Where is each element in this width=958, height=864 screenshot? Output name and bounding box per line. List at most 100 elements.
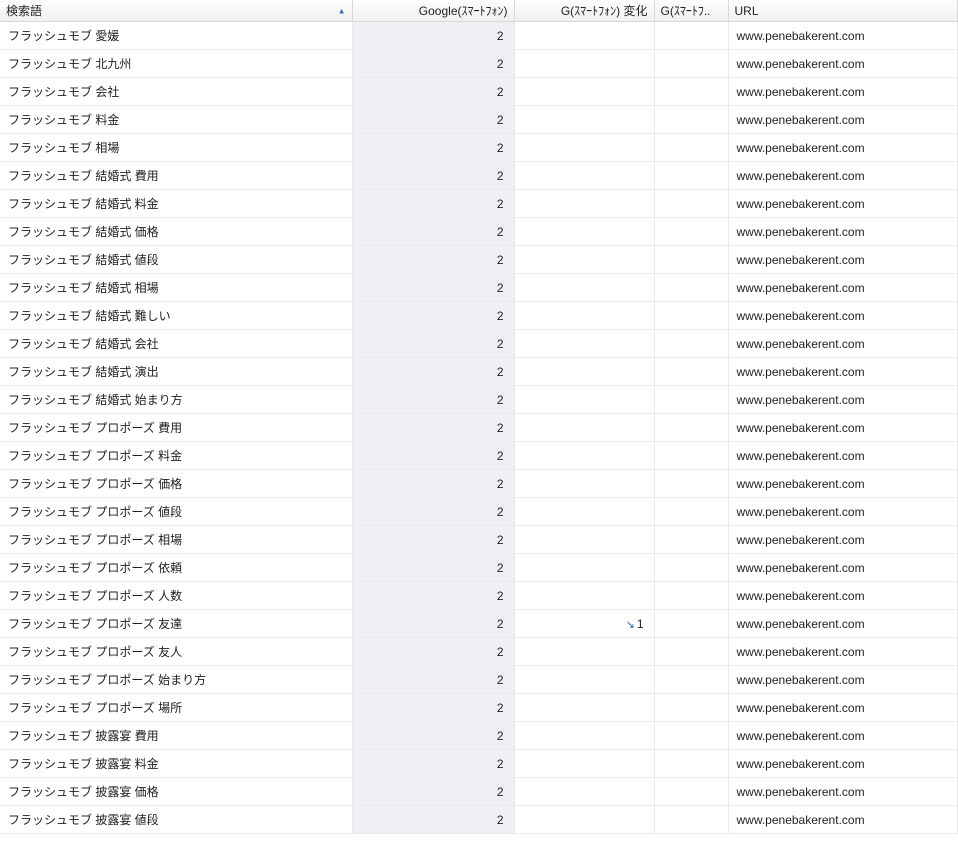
cell-change — [514, 358, 654, 386]
cell-change — [514, 106, 654, 134]
cell-term: フラッシュモブ プロポーズ 費用 — [0, 414, 352, 442]
cell-url: www.penebakerent.com — [728, 134, 958, 162]
cell-term: フラッシュモブ プロポーズ 値段 — [0, 498, 352, 526]
cell-term: フラッシュモブ 会社 — [0, 78, 352, 106]
table-row[interactable]: フラッシュモブ 料金2 www.penebakerent.com — [0, 106, 958, 134]
cell-url: www.penebakerent.com — [728, 358, 958, 386]
cell-term: フラッシュモブ 相場 — [0, 134, 352, 162]
cell-rank: 2 — [352, 190, 514, 218]
cell-url: www.penebakerent.com — [728, 442, 958, 470]
col-header-term-label: 検索語 — [6, 4, 42, 18]
cell-change2 — [654, 386, 728, 414]
rank-down-icon: ↘ — [626, 619, 635, 631]
cell-change2 — [654, 666, 728, 694]
table-row[interactable]: フラッシュモブ プロポーズ 料金2www.penebakerent.com — [0, 442, 958, 470]
cell-term: フラッシュモブ プロポーズ 依頼 — [0, 554, 352, 582]
cell-change2 — [654, 134, 728, 162]
cell-change — [514, 134, 654, 162]
cell-change2 — [654, 498, 728, 526]
cell-rank: 2 — [352, 778, 514, 806]
cell-url: www.penebakerent.com — [728, 106, 958, 134]
table-row[interactable]: フラッシュモブ 結婚式 始まり方2www.penebakerent.com — [0, 386, 958, 414]
cell-rank: 2 — [352, 666, 514, 694]
cell-rank: 2 — [352, 610, 514, 638]
cell-url: www.penebakerent.com — [728, 330, 958, 358]
table-row[interactable]: フラッシュモブ 相場2www.penebakerent.com — [0, 134, 958, 162]
cell-rank: 2 — [352, 498, 514, 526]
cell-change — [514, 638, 654, 666]
cell-url: www.penebakerent.com — [728, 582, 958, 610]
table-row[interactable]: フラッシュモブ 結婚式 難しい2www.penebakerent.com — [0, 302, 958, 330]
cell-change2 — [654, 722, 728, 750]
col-header-term[interactable]: 検索語 ▲ — [0, 0, 352, 22]
cell-url: www.penebakerent.com — [728, 218, 958, 246]
cell-term: フラッシュモブ 結婚式 始まり方 — [0, 386, 352, 414]
col-header-url[interactable]: URL — [728, 0, 958, 22]
cell-change — [514, 750, 654, 778]
cell-url: www.penebakerent.com — [728, 638, 958, 666]
cell-change — [514, 330, 654, 358]
table-row[interactable]: フラッシュモブ 結婚式 値段2www.penebakerent.com — [0, 246, 958, 274]
cell-change-value: 1 — [637, 617, 644, 631]
cell-change — [514, 162, 654, 190]
table-row[interactable]: フラッシュモブ プロポーズ 友達2↘1www.penebakerent.com — [0, 610, 958, 638]
table-row[interactable]: フラッシュモブ 結婚式 演出2www.penebakerent.com — [0, 358, 958, 386]
table-row[interactable]: フラッシュモブ 北九州2www.penebakerent.com — [0, 50, 958, 78]
table-row[interactable]: フラッシュモブ 結婚式 料金2www.penebakerent.com — [0, 190, 958, 218]
table-row[interactable]: フラッシュモブ プロポーズ 場所2www.penebakerent.com — [0, 694, 958, 722]
cell-term: フラッシュモブ 結婚式 費用 — [0, 162, 352, 190]
table-row[interactable]: フラッシュモブ 会社2www.penebakerent.com — [0, 78, 958, 106]
col-header-change2[interactable]: G(ｽﾏｰﾄﾌ.. — [654, 0, 728, 22]
cell-change2 — [654, 470, 728, 498]
cell-change — [514, 526, 654, 554]
cell-change2 — [654, 190, 728, 218]
cell-change — [514, 246, 654, 274]
cell-url: www.penebakerent.com — [728, 22, 958, 50]
table-row[interactable]: フラッシュモブ 結婚式 価格2www.penebakerent.com — [0, 218, 958, 246]
col-header-change2-label: G(ｽﾏｰﾄﾌ.. — [661, 4, 711, 18]
cell-url: www.penebakerent.com — [728, 722, 958, 750]
cell-url: www.penebakerent.com — [728, 414, 958, 442]
cell-change2 — [654, 638, 728, 666]
cell-term: フラッシュモブ 愛媛 — [0, 22, 352, 50]
table-row[interactable]: フラッシュモブ プロポーズ 値段2www.penebakerent.com — [0, 498, 958, 526]
cell-change — [514, 218, 654, 246]
cell-change — [514, 50, 654, 78]
cell-change — [514, 582, 654, 610]
table-row[interactable]: フラッシュモブ 披露宴 料金2www.penebakerent.com — [0, 750, 958, 778]
cell-term: フラッシュモブ 結婚式 値段 — [0, 246, 352, 274]
cell-change — [514, 722, 654, 750]
table-row[interactable]: フラッシュモブ 披露宴 費用2www.penebakerent.com — [0, 722, 958, 750]
table-row[interactable]: フラッシュモブ プロポーズ 費用2www.penebakerent.com — [0, 414, 958, 442]
cell-rank: 2 — [352, 274, 514, 302]
table-row[interactable]: フラッシュモブ 披露宴 値段2www.penebakerent.com — [0, 806, 958, 834]
cell-url: www.penebakerent.com — [728, 190, 958, 218]
table-row[interactable]: フラッシュモブ 結婚式 費用2www.penebakerent.com — [0, 162, 958, 190]
cell-term: フラッシュモブ プロポーズ 価格 — [0, 470, 352, 498]
table-row[interactable]: フラッシュモブ プロポーズ 友人2www.penebakerent.com — [0, 638, 958, 666]
cell-rank: 2 — [352, 722, 514, 750]
cell-rank: 2 — [352, 554, 514, 582]
table-row[interactable]: フラッシュモブ プロポーズ 始まり方2www.penebakerent.com — [0, 666, 958, 694]
cell-rank: 2 — [352, 106, 514, 134]
table-row[interactable]: フラッシュモブ 愛媛2www.penebakerent.com — [0, 22, 958, 50]
table-row[interactable]: フラッシュモブ プロポーズ 人数2www.penebakerent.com — [0, 582, 958, 610]
table-row[interactable]: フラッシュモブ 結婚式 会社2www.penebakerent.com — [0, 330, 958, 358]
col-header-google-sp[interactable]: Google(ｽﾏｰﾄﾌｫﾝ) — [352, 0, 514, 22]
cell-change2 — [654, 778, 728, 806]
cell-url: www.penebakerent.com — [728, 526, 958, 554]
table-row[interactable]: フラッシュモブ プロポーズ 相場2www.penebakerent.com — [0, 526, 958, 554]
cell-change — [514, 470, 654, 498]
cell-term: フラッシュモブ プロポーズ 友達 — [0, 610, 352, 638]
cell-term: フラッシュモブ 料金 — [0, 106, 352, 134]
cell-change2 — [654, 414, 728, 442]
cell-term: フラッシュモブ プロポーズ 人数 — [0, 582, 352, 610]
cell-rank: 2 — [352, 78, 514, 106]
table-row[interactable]: フラッシュモブ 結婚式 相場2www.penebakerent.com — [0, 274, 958, 302]
col-header-change[interactable]: G(ｽﾏｰﾄﾌｫﾝ) 変化 — [514, 0, 654, 22]
cell-rank: 2 — [352, 302, 514, 330]
table-row[interactable]: フラッシュモブ プロポーズ 価格2www.penebakerent.com — [0, 470, 958, 498]
table-row[interactable]: フラッシュモブ プロポーズ 依頼2www.penebakerent.com — [0, 554, 958, 582]
table-row[interactable]: フラッシュモブ 披露宴 価格2www.penebakerent.com — [0, 778, 958, 806]
col-header-url-label: URL — [735, 4, 759, 18]
